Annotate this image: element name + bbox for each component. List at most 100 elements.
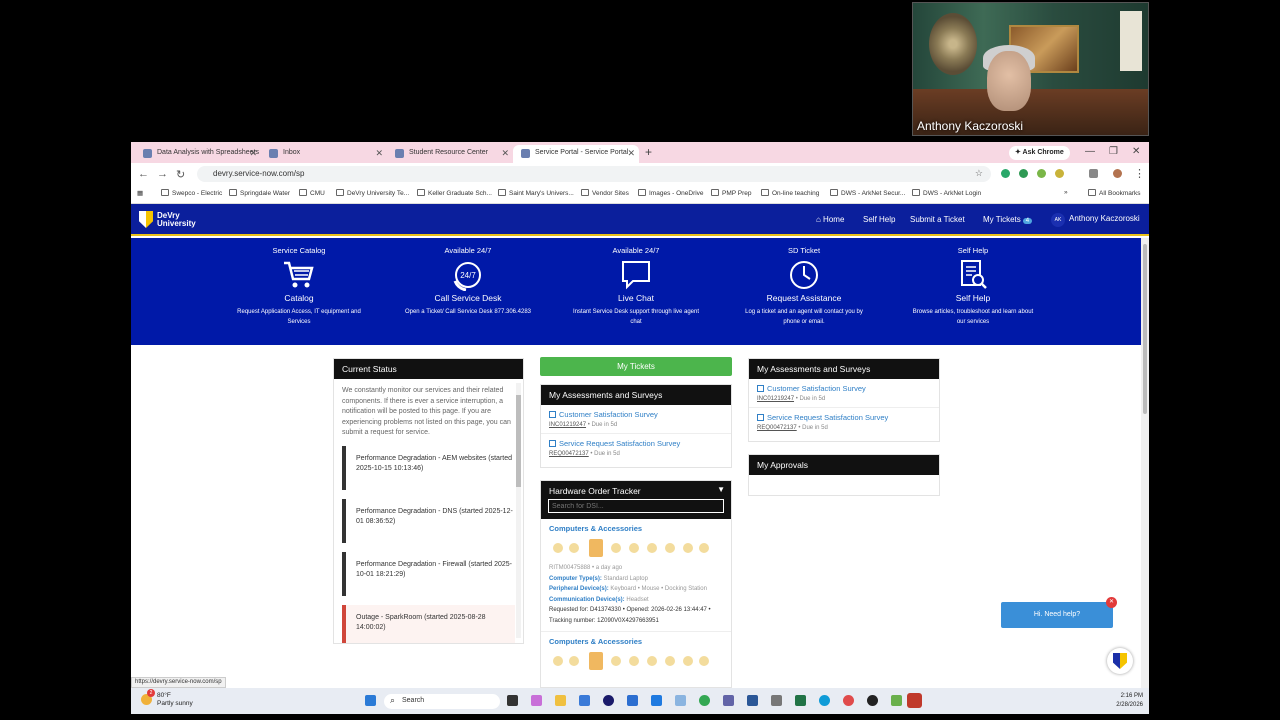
bookmark-item[interactable]: Keller Graduate Sch... bbox=[417, 189, 492, 197]
menu-dots-icon[interactable]: ⋮ bbox=[1134, 167, 1145, 180]
hw-order[interactable]: Computers & Accessories bbox=[541, 631, 731, 681]
app-icon[interactable] bbox=[675, 695, 686, 706]
app-icon[interactable] bbox=[843, 695, 854, 706]
bookmark-item[interactable]: On-line teaching bbox=[761, 189, 819, 197]
teams-icon[interactable] bbox=[723, 695, 734, 706]
all-bookmarks-folder[interactable]: All Bookmarks bbox=[1088, 189, 1141, 197]
ask-chrome-button[interactable]: ✦ Ask Chrome bbox=[1009, 146, 1070, 160]
extension-icon[interactable] bbox=[1037, 169, 1046, 178]
url-input[interactable]: devry.service-now.com/sp ☆ bbox=[197, 166, 991, 182]
bookmark-item[interactable]: Swepco - Electric bbox=[161, 189, 222, 197]
bookmark-item[interactable]: CMU bbox=[299, 189, 325, 197]
maximize-icon[interactable]: ❐ bbox=[1109, 146, 1118, 157]
filter-icon[interactable]: ▼ bbox=[717, 485, 725, 494]
user-menu[interactable]: AK Anthony Kaczoroski bbox=[1051, 213, 1140, 227]
hero-catalog[interactable]: Service Catalog Catalog Request Applicat… bbox=[229, 246, 369, 327]
close-icon[interactable]: ✕ bbox=[375, 148, 383, 159]
tab-favicon bbox=[521, 149, 530, 158]
status-item-outage[interactable]: Outage - SparkRoom (started 2025-08-28 1… bbox=[342, 604, 515, 643]
hw-search-input[interactable] bbox=[548, 499, 724, 513]
survey-item[interactable]: Service Request Satisfaction Survey REQ0… bbox=[749, 407, 939, 436]
bookmark-item[interactable]: DWS - ArkNet Login bbox=[912, 189, 981, 197]
tab-inbox[interactable]: Inbox ✕ bbox=[261, 145, 387, 163]
tab-service-portal[interactable]: Service Portal - Service Portal ✕ bbox=[513, 145, 639, 163]
forward-arrow-icon[interactable]: → bbox=[157, 168, 168, 180]
extension-icon[interactable] bbox=[1001, 169, 1010, 178]
extension-icon[interactable] bbox=[1055, 169, 1064, 178]
more-bookmarks-icon[interactable]: » bbox=[1064, 189, 1068, 196]
reload-icon[interactable]: ↻ bbox=[176, 168, 185, 181]
apps-grid-icon[interactable]: ▦ bbox=[137, 189, 143, 197]
nav-home[interactable]: ⌂ Home bbox=[816, 215, 844, 224]
bookmark-item[interactable]: Images - OneDrive bbox=[638, 189, 704, 197]
bookmark-item[interactable]: Springdale Water bbox=[229, 189, 290, 197]
minimize-icon[interactable]: — bbox=[1085, 146, 1095, 157]
back-arrow-icon[interactable]: ← bbox=[138, 168, 149, 180]
bookmark-item[interactable]: DWS - ArkNet Secur... bbox=[830, 189, 905, 197]
status-item[interactable]: Performance Degradation - DNS (started 2… bbox=[342, 498, 515, 543]
status-item[interactable]: Performance Degradation - AEM websites (… bbox=[342, 445, 515, 490]
close-icon[interactable]: ✕ bbox=[501, 148, 509, 159]
hp-icon[interactable] bbox=[603, 695, 614, 706]
task-view-icon[interactable] bbox=[507, 695, 518, 706]
tab-bar: Data Analysis with Spreadsheets ✕ Inbox ✕ … bbox=[131, 142, 1149, 163]
nav-self-help[interactable]: Self Help bbox=[863, 215, 895, 224]
file-explorer-icon[interactable] bbox=[555, 695, 566, 706]
svg-text:24/7: 24/7 bbox=[460, 271, 476, 280]
hero-self-help[interactable]: Self Help Self Help Browse articles, tro… bbox=[903, 246, 1043, 327]
survey-item[interactable]: Service Request Satisfaction Survey REQ0… bbox=[541, 433, 731, 462]
nav-my-tickets[interactable]: My Tickets 4 bbox=[983, 215, 1033, 224]
page-scrollbar[interactable] bbox=[1141, 238, 1149, 688]
status-item[interactable]: Performance Degradation - Firewall (star… bbox=[342, 551, 515, 596]
hero-call-service-desk[interactable]: Available 24/7 24/7 Call Service Desk Op… bbox=[398, 246, 538, 317]
chat-icon bbox=[622, 261, 650, 290]
bookmark-item[interactable]: Vendor Sites bbox=[581, 189, 629, 197]
need-help-chat-button[interactable]: Hi. Need help? ✕ bbox=[1001, 597, 1117, 628]
copilot-icon[interactable] bbox=[531, 695, 542, 706]
taskbar-search[interactable]: Search bbox=[384, 694, 500, 709]
outlook-icon[interactable] bbox=[651, 695, 662, 706]
bookmark-item[interactable]: DeVry University Te... bbox=[336, 189, 409, 197]
tab-student-resource[interactable]: Student Resource Center ✕ bbox=[387, 145, 513, 163]
word-icon[interactable] bbox=[747, 695, 758, 706]
hardware-order-tracker: Hardware Order Tracker ▼ Computers & Acc… bbox=[540, 480, 732, 688]
app-icon[interactable] bbox=[627, 695, 638, 706]
virtual-agent-launcher[interactable] bbox=[1107, 648, 1133, 674]
bookmark-item[interactable]: PMP Prep bbox=[711, 189, 752, 197]
bookmark-item[interactable]: Saint Mary's Univers... bbox=[498, 189, 574, 197]
status-scrollbar[interactable] bbox=[516, 383, 521, 638]
recording-app-icon[interactable] bbox=[907, 693, 922, 708]
close-icon[interactable]: ✕ bbox=[627, 148, 635, 159]
close-icon[interactable]: ✕ bbox=[249, 148, 257, 159]
hero-live-chat[interactable]: Available 24/7 Live Chat Instant Service… bbox=[566, 246, 706, 327]
survey-item[interactable]: Customer Satisfaction Survey INC01219247… bbox=[749, 379, 939, 407]
extension-icon[interactable] bbox=[1019, 169, 1028, 178]
my-tickets-button[interactable]: My Tickets bbox=[540, 357, 732, 376]
chrome-icon[interactable] bbox=[699, 695, 710, 706]
clock[interactable]: 2:16 PM 2/28/2026 bbox=[1116, 692, 1143, 710]
panel-title: My Approvals bbox=[749, 455, 939, 475]
hero-request-assistance[interactable]: SD Ticket Request Assistance Log a ticke… bbox=[734, 246, 874, 327]
bookmark-star-icon[interactable]: ☆ bbox=[975, 168, 983, 179]
dismiss-icon[interactable]: ✕ bbox=[1106, 597, 1117, 608]
nav-submit-ticket[interactable]: Submit a Ticket bbox=[910, 215, 965, 224]
new-tab-icon[interactable]: + bbox=[645, 145, 652, 159]
puzzle-icon[interactable] bbox=[1089, 169, 1098, 178]
window-close-icon[interactable]: ✕ bbox=[1132, 146, 1140, 157]
store-icon[interactable] bbox=[579, 695, 590, 706]
windows-start-icon[interactable] bbox=[365, 695, 376, 706]
current-status-panel: Current Status We constantly monitor our… bbox=[333, 358, 524, 644]
tab-data-analysis[interactable]: Data Analysis with Spreadsheets ✕ bbox=[135, 145, 261, 163]
panel-title: My Assessments and Surveys bbox=[749, 359, 939, 379]
hero-banner: Service Catalog Catalog Request Applicat… bbox=[131, 238, 1141, 345]
calculator-icon[interactable] bbox=[771, 695, 782, 706]
slack-icon[interactable] bbox=[891, 695, 902, 706]
edge-icon[interactable] bbox=[819, 695, 830, 706]
hw-order[interactable]: Computers & Accessories RITM00475888 • a… bbox=[541, 519, 731, 631]
survey-item[interactable]: Customer Satisfaction Survey INC01219247… bbox=[541, 405, 731, 433]
excel-icon[interactable] bbox=[795, 695, 806, 706]
profile-avatar[interactable] bbox=[1113, 169, 1122, 178]
my-approvals-panel: My Approvals bbox=[748, 454, 940, 496]
app-icon[interactable] bbox=[867, 695, 878, 706]
right-assessments-panel: My Assessments and Surveys Customer Sati… bbox=[748, 358, 940, 442]
